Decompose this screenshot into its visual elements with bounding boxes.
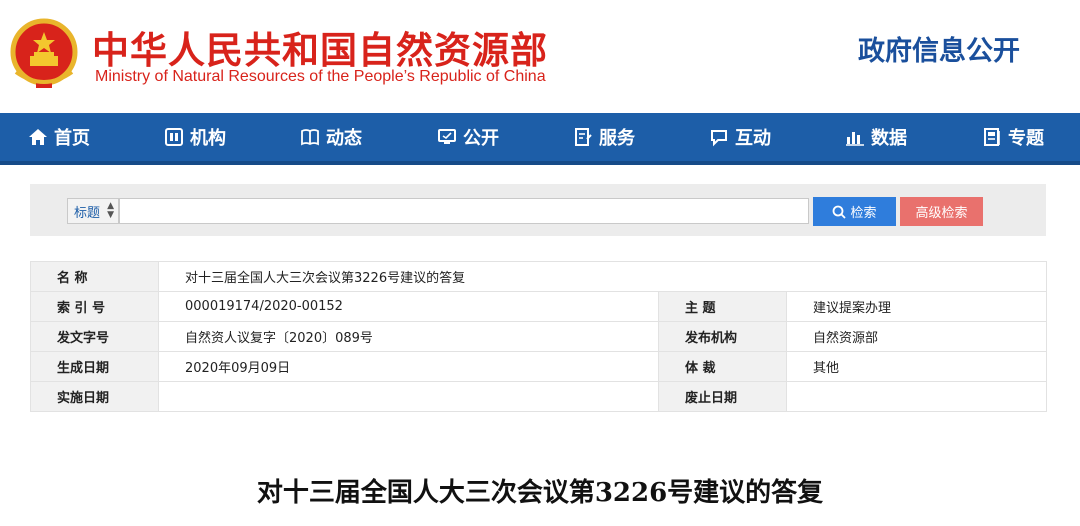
effective-label: 实施日期: [30, 381, 159, 412]
table-row: 名 称 对十三届全国人大三次会议第3226号建议的答复: [30, 261, 1048, 292]
table-row: 发文字号 自然资人议复字〔2020〕089号 发布机构 自然资源部: [30, 321, 1048, 352]
expiry-value: [785, 381, 1048, 412]
index-value: 000019174/2020-00152: [158, 291, 659, 322]
book-icon: [301, 129, 319, 146]
nav-item-label: 机构: [190, 128, 226, 149]
name-label: 名 称: [30, 261, 159, 292]
search-button-label: 检索: [850, 205, 877, 220]
nav-item-data[interactable]: 数据: [845, 113, 907, 161]
nav-item-topics[interactable]: 专题: [982, 113, 1044, 161]
effective-value: [158, 381, 659, 412]
nav-item-label: 动态: [326, 128, 362, 149]
name-value: 对十三届全国人大三次会议第3226号建议的答复: [157, 261, 1048, 292]
main-nav: 首页 机构 动态 公开 服务 互动 数据 专题: [0, 113, 1080, 165]
gov-info-title[interactable]: 政府信息公开: [858, 29, 1020, 68]
nav-item-label: 专题: [1008, 128, 1044, 149]
subject-value: 建议提案办理: [785, 291, 1048, 322]
nav-item-service[interactable]: 服务: [573, 113, 635, 161]
album-icon: [984, 128, 1000, 146]
created-value: 2020年09月09日: [158, 351, 659, 382]
national-emblem-icon: [10, 18, 78, 88]
table-row: 生成日期 2020年09月09日 体 裁 其他: [30, 351, 1048, 382]
created-label: 生成日期: [30, 351, 159, 382]
advanced-search-button[interactable]: 高级检索: [900, 197, 983, 226]
nav-item-label: 首页: [54, 128, 90, 149]
search-button[interactable]: 检索: [813, 197, 896, 226]
nav-item-label: 互动: [735, 128, 771, 149]
select-arrows-icon: ▲ ▼: [107, 201, 114, 220]
genre-value: 其他: [785, 351, 1048, 382]
search-field-select[interactable]: 标题 ▲ ▼: [67, 198, 119, 224]
nav-item-label: 数据: [871, 128, 907, 149]
nav-item-label: 服务: [599, 128, 635, 149]
docno-value: 自然资人议复字〔2020〕089号: [158, 321, 659, 352]
doc-edit-icon: [575, 128, 592, 146]
document-info-table: 名 称 对十三届全国人大三次会议第3226号建议的答复 索 引 号 000019…: [30, 261, 1048, 412]
expiry-label: 废止日期: [658, 381, 787, 412]
nav-item-home[interactable]: 首页: [28, 113, 90, 161]
search-bar: 标题 ▲ ▼ 检索 高级检索: [30, 184, 1046, 236]
site-header: 中华人民共和国自然资源部 Ministry of Natural Resourc…: [0, 0, 1080, 113]
nav-item-interact[interactable]: 互动: [709, 113, 771, 161]
docno-label: 发文字号: [30, 321, 159, 352]
chat-icon: [711, 130, 727, 147]
home-icon: [29, 129, 47, 145]
nav-item-news[interactable]: 动态: [300, 113, 362, 161]
monitor-icon: [438, 129, 456, 144]
nav-item-org[interactable]: 机构: [164, 113, 226, 161]
document-title: 对十三届全国人大三次会议第3226号建议的答复: [256, 478, 824, 508]
search-field-select-value: 标题: [74, 205, 101, 221]
issuer-value: 自然资源部: [785, 321, 1048, 352]
org-icon: [165, 128, 183, 146]
issuer-label: 发布机构: [658, 321, 787, 352]
nav-item-public[interactable]: 公开: [437, 113, 499, 161]
search-icon: [833, 205, 847, 219]
index-label: 索 引 号: [30, 291, 159, 322]
table-row: 索 引 号 000019174/2020-00152 主 题 建议提案办理: [30, 291, 1048, 322]
genre-label: 体 裁: [658, 351, 787, 382]
nav-item-label: 公开: [463, 128, 499, 149]
subject-label: 主 题: [658, 291, 787, 322]
bar-chart-icon: [846, 132, 864, 146]
table-row: 实施日期 废止日期: [30, 381, 1048, 412]
search-input[interactable]: [119, 198, 809, 224]
site-title-en: Ministry of Natural Resources of the Peo…: [95, 68, 546, 85]
site-title-cn: 中华人民共和国自然资源部: [92, 29, 548, 72]
